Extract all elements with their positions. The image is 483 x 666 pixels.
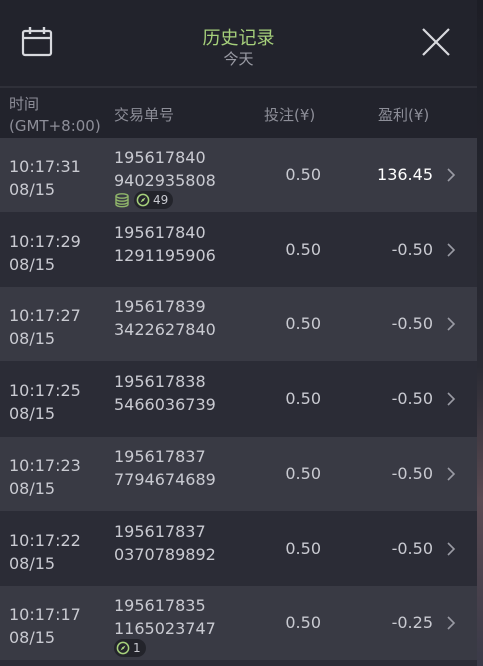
row-time-value: 10:17:31 — [9, 157, 81, 176]
row-order-line1: 195617837 — [114, 521, 206, 541]
row-date-value: 08/15 — [9, 180, 56, 199]
badge-count: 49 — [153, 193, 169, 207]
row-order: 195617839 3422627840 — [114, 295, 216, 341]
row-order: 195617835 1165023747 — [114, 594, 216, 640]
background-edge — [477, 0, 483, 666]
row-order-line2: 1165023747 — [114, 619, 216, 639]
row-date-value: 08/15 — [9, 628, 56, 648]
row-time-value: 10:17:29 — [9, 231, 81, 251]
row-profit: 136.45 — [377, 165, 433, 184]
chevron-right-icon — [447, 616, 456, 630]
row-time-value: 10:17:23 — [9, 455, 81, 475]
page-title: 历史记录 — [202, 28, 275, 49]
column-order: 交易单号 — [114, 106, 175, 124]
row-time: 10:17:31 08/15 — [9, 155, 81, 201]
chevron-right-icon — [447, 392, 456, 406]
row-order-line1: 195617839 — [114, 297, 206, 317]
row-order: 195617840 9402935808 — [114, 146, 216, 192]
row-order: 195617838 5466036739 — [114, 370, 216, 416]
row-order-line1: 195617835 — [114, 596, 206, 616]
column-header: 时间 (GMT+8:00) 交易单号 投注(¥) 盈利(¥) — [0, 88, 477, 138]
history-row[interactable]: 10:17:27 08/15 195617839 3422627840 0.50 -0.5… — [0, 287, 477, 362]
row-order: 195617837 0370789892 — [114, 520, 216, 566]
history-panel: 历史记录 今天 时间 (GMT+8:00) 交易单号 投注(¥) 盈利(¥) 1… — [0, 0, 477, 666]
history-row[interactable]: 10:17:23 08/15 195617837 7794674689 0.50 -0.5… — [0, 436, 477, 511]
coins-icon — [115, 193, 129, 208]
row-bet: 0.50 — [285, 239, 321, 259]
column-profit: 盈利(¥) — [378, 106, 430, 124]
row-bet: 0.50 — [285, 613, 321, 633]
row-order-line2: 5466036739 — [114, 395, 216, 415]
row-profit: -0.50 — [391, 389, 433, 409]
compass-icon — [116, 641, 130, 655]
row-date-value: 08/15 — [9, 553, 56, 573]
chevron-right-icon — [447, 317, 456, 331]
page-subtitle: 今天 — [223, 50, 254, 68]
row-order-line1: 195617840 — [114, 222, 206, 242]
row-profit: -0.50 — [391, 314, 433, 334]
row-time: 10:17:27 08/15 — [9, 304, 81, 350]
row-date-value: 08/15 — [9, 404, 56, 424]
row-order-line1: 195617840 — [114, 148, 206, 167]
row-time-value: 10:17:22 — [9, 530, 81, 550]
chevron-right-icon — [447, 243, 456, 257]
row-date-value: 08/15 — [9, 478, 56, 498]
history-row[interactable]: 10:17:17 08/15 195617835 1165023747 0.50 -0.2… — [0, 586, 477, 661]
row-order: 195617837 7794674689 — [114, 445, 216, 491]
row-date-value: 08/15 — [9, 254, 56, 274]
row-profit: -0.50 — [391, 239, 433, 259]
row-time-value: 10:17:17 — [9, 605, 81, 625]
close-icon — [422, 28, 450, 56]
free-spin-badge: 49 — [134, 191, 174, 209]
panel-header: 历史记录 今天 — [0, 0, 477, 88]
row-order-line2: 7794674689 — [114, 469, 216, 489]
compass-icon — [136, 193, 150, 207]
row-order-line1: 195617838 — [114, 372, 206, 392]
row-order-line1: 195617837 — [114, 446, 206, 466]
chevron-right-icon — [447, 168, 456, 182]
row-profit: -0.50 — [391, 538, 433, 558]
row-bet: 0.50 — [285, 463, 321, 483]
row-bet: 0.50 — [285, 538, 321, 558]
row-time: 10:17:23 08/15 — [9, 454, 81, 500]
row-bet: 0.50 — [285, 165, 321, 184]
row-order-line2: 9402935808 — [114, 171, 216, 190]
free-spin-badge: 1 — [114, 639, 146, 658]
chevron-right-icon — [447, 541, 456, 556]
column-timezone-label: (GMT+8:00) — [9, 117, 101, 135]
column-bet: 投注(¥) — [264, 106, 316, 124]
history-row[interactable]: 10:17:22 08/15 195617837 0370789892 0.50 -0.5… — [0, 511, 477, 586]
row-order: 195617840 1291195906 — [114, 221, 216, 267]
row-time: 10:17:25 08/15 — [9, 379, 81, 425]
row-time-value: 10:17:25 — [9, 381, 81, 401]
row-time: 10:17:17 08/15 — [9, 603, 81, 649]
row-date-value: 08/15 — [9, 329, 56, 349]
row-badges: 49 — [114, 191, 174, 209]
row-profit: -0.25 — [391, 613, 433, 633]
row-time: 10:17:22 08/15 — [9, 529, 81, 575]
row-order-line2: 1291195906 — [114, 245, 216, 265]
history-row[interactable]: 10:17:31 08/15 195617840 9402935808 0.50 136.… — [0, 138, 477, 212]
badge-count: 1 — [133, 641, 141, 656]
row-order-line2: 0370789892 — [114, 544, 216, 564]
row-time: 10:17:29 08/15 — [9, 230, 81, 276]
chevron-right-icon — [447, 467, 456, 481]
history-row[interactable]: 10:17:29 08/15 195617840 1291195906 0.50 -0.5… — [0, 212, 477, 287]
row-badges: 1 — [114, 639, 146, 658]
row-order-line2: 3422627840 — [114, 320, 216, 340]
column-time-label: 时间 — [9, 95, 40, 113]
close-button[interactable] — [418, 24, 454, 60]
row-bet: 0.50 — [285, 389, 321, 409]
column-time: 时间 (GMT+8:00) — [9, 93, 101, 137]
history-row[interactable]: 10:17:25 08/15 195617838 5466036739 0.50 -0.5… — [0, 362, 477, 437]
row-time-value: 10:17:27 — [9, 306, 81, 326]
row-bet: 0.50 — [285, 314, 321, 334]
row-profit: -0.50 — [391, 463, 433, 483]
